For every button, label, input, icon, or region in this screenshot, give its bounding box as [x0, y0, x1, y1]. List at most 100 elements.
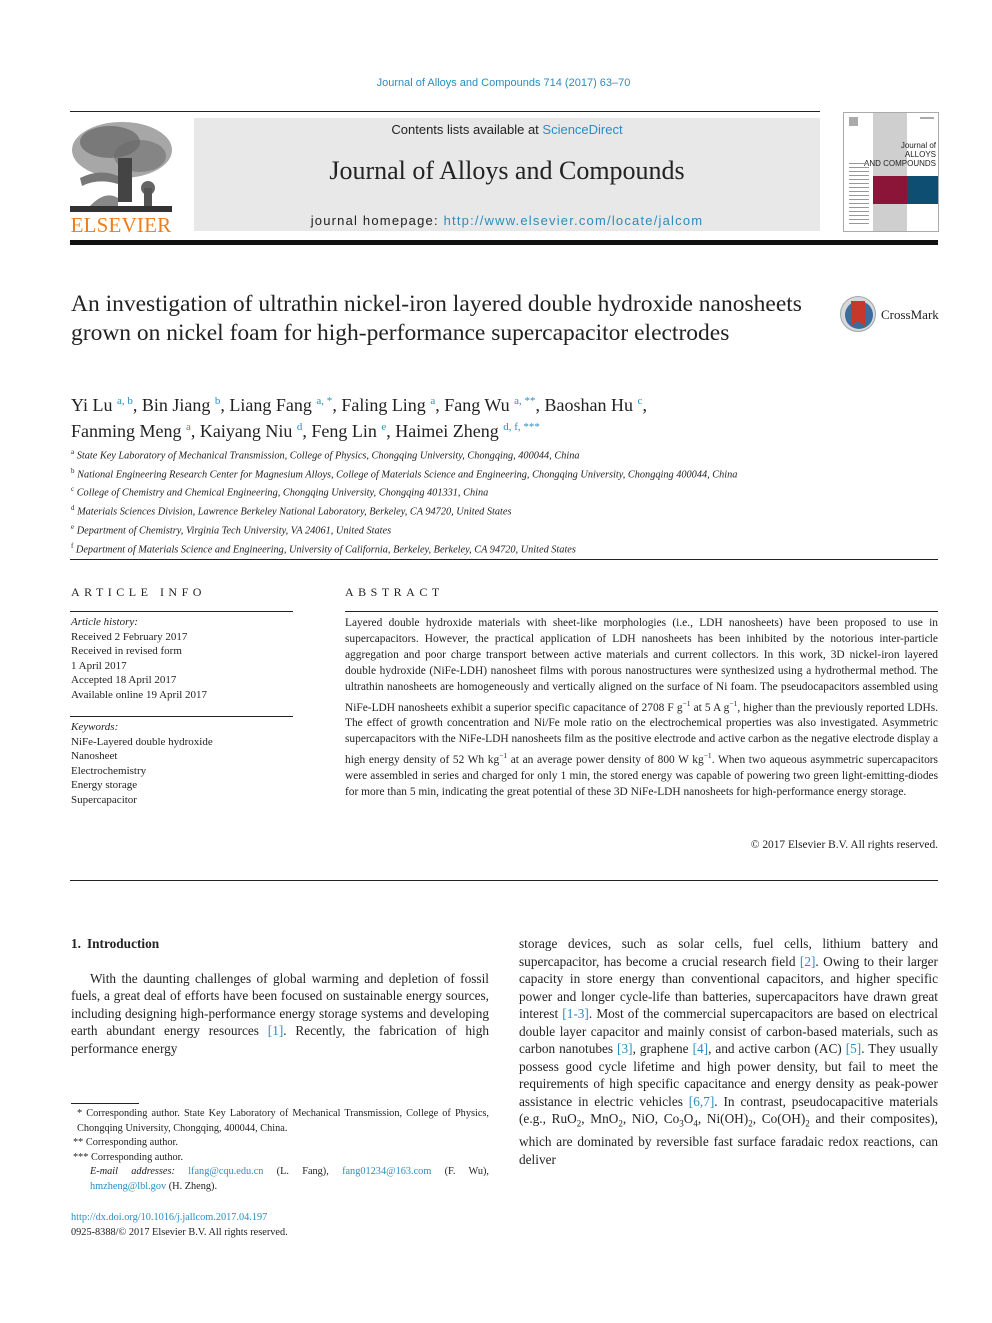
journal-name: Journal of Alloys and Compounds [329, 156, 685, 185]
cover-title-line2: ALLOYS [904, 150, 936, 159]
abstract-copyright: © 2017 Elsevier B.V. All rights reserved… [750, 839, 938, 851]
affiliation-ref[interactable]: a, ** [514, 395, 535, 407]
affiliation-item: e Department of Chemistry, Virginia Tech… [71, 522, 392, 537]
affiliation-ref[interactable]: a, * [316, 395, 332, 407]
author[interactable]: Bin Jiang b [142, 395, 221, 415]
affiliation-ref[interactable]: d, f, *** [503, 421, 540, 433]
cover-title-line1: Journal of [900, 141, 936, 150]
author[interactable]: Liang Fang a, * [229, 395, 332, 415]
keyword: Energy storage [71, 779, 138, 791]
body-column-left: 1. Introduction With the daunting challen… [71, 935, 489, 1057]
author[interactable]: Haimei Zheng d, f, *** [395, 421, 540, 441]
footnotes: * Corresponding author. State Key Labora… [71, 1107, 489, 1195]
footnote: *** Corresponding author. [73, 1151, 184, 1163]
footnote-rule [71, 1103, 139, 1104]
keyword: NiFe-Layered double hydroxide [71, 735, 213, 748]
citation-link[interactable]: [3] [617, 1041, 633, 1056]
author[interactable]: Faling Ling a [341, 395, 435, 415]
affiliation-ref[interactable]: d [297, 421, 303, 433]
affiliation-item: a State Key Laboratory of Mechanical Tra… [71, 448, 580, 462]
article-title: An investigation of ultrathin nickel-iro… [71, 291, 802, 346]
doi-block: http://dx.doi.org/10.1016/j.jallcom.2017… [71, 1210, 489, 1240]
affiliations: a State Key Laboratory of Mechanical Tra… [71, 445, 831, 557]
email-addresses: E-mail addresses: lfang@cqu.edu.cn (L. F… [90, 1166, 490, 1192]
doi-link[interactable]: http://dx.doi.org/10.1016/j.jallcom.2017… [71, 1212, 267, 1223]
author[interactable]: Baoshan Hu c [545, 395, 643, 415]
footnote: ** Corresponding author. [73, 1137, 178, 1149]
affiliation-ref[interactable]: b [215, 395, 221, 407]
journal-cover-thumbnail[interactable]: Journal of ALLOYS AND COMPOUNDS [843, 112, 939, 232]
keyword: Nanosheet [71, 750, 118, 762]
affiliation-ref[interactable]: c [638, 395, 643, 407]
citation-link[interactable]: [4] [693, 1041, 709, 1056]
history-item: Received in revised form [71, 645, 182, 657]
footnote: * Corresponding author. State Key Labora… [77, 1108, 489, 1134]
affiliation-item: b National Engineering Research Center f… [71, 466, 738, 481]
crossmark-badge[interactable]: CrossMark [840, 296, 940, 334]
keyword: Electrochemistry [71, 764, 147, 777]
journal-homepage: journal homepage: http://www.elsevier.co… [194, 213, 820, 228]
masthead-bottom-rule [70, 240, 938, 245]
history-item: 1 April 2017 [71, 659, 127, 672]
keywords: Keywords: NiFe-Layered double hydroxide … [71, 720, 291, 807]
affiliation-ref[interactable]: a [186, 421, 191, 433]
citation-link[interactable]: [2] [800, 954, 816, 969]
affiliation-item: f Department of Materials Science and En… [71, 541, 576, 556]
affiliation-item: d Materials Sciences Division, Lawrence … [71, 504, 512, 518]
divider [70, 880, 938, 881]
keywords-label: Keywords: [71, 721, 119, 733]
cover-blue-block [907, 176, 938, 204]
paragraph: With the daunting challenges of global w… [71, 970, 489, 1056]
citation-link[interactable]: [1] [268, 1023, 284, 1038]
cover-red-block [873, 176, 907, 204]
history-item: Received 2 February 2017 [71, 630, 188, 643]
citation-link[interactable]: [5] [846, 1041, 862, 1056]
keyword: Supercapacitor [71, 793, 137, 806]
article-history: Article history: Received 2 February 201… [71, 615, 291, 702]
section-heading-introduction: 1. Introduction [71, 936, 160, 951]
author[interactable]: Fang Wu a, ** [444, 395, 535, 415]
affiliation-ref[interactable]: e [381, 421, 386, 433]
article-info-heading: ARTICLE INFO [71, 585, 206, 599]
crossmark-label: CrossMark [881, 307, 939, 322]
email-link[interactable]: hmzheng@lbl.gov [90, 1181, 166, 1192]
masthead-top-rule [70, 111, 820, 112]
body-column-right: storage devices, such as solar cells, fu… [519, 936, 938, 1167]
journal-masthead: Contents lists available at ScienceDirec… [194, 118, 820, 231]
affiliation-item: c College of Chemistry and Chemical Engi… [71, 485, 489, 499]
elsevier-tree-icon [70, 118, 172, 212]
history-label: Article history: [71, 616, 138, 628]
homepage-prefix: journal homepage: [310, 213, 444, 228]
divider [70, 559, 938, 560]
author[interactable]: Kaiyang Niu d [200, 421, 302, 441]
history-item: Accepted 18 April 2017 [71, 674, 177, 686]
cover-text-lines [849, 163, 869, 227]
cover-publisher-icon [849, 117, 858, 126]
affiliation-ref[interactable]: a, b [117, 395, 133, 407]
contents-prefix: Contents lists available at [391, 122, 543, 137]
contents-availability: Contents lists available at ScienceDirec… [194, 122, 820, 137]
running-head[interactable]: Journal of Alloys and Compounds 714 (201… [0, 77, 992, 89]
elsevier-logo[interactable]: ELSEVIER [70, 118, 172, 237]
affiliation-ref[interactable]: a [430, 395, 435, 407]
abstract-heading: ABSTRACT [345, 585, 444, 599]
author[interactable]: Feng Lin e [311, 421, 386, 441]
divider [70, 611, 293, 612]
issn-copyright: 0925-8388/© 2017 Elsevier B.V. All right… [71, 1227, 288, 1238]
author[interactable]: Yi Lu a, b [71, 395, 133, 415]
history-item: Available online 19 April 2017 [71, 688, 208, 701]
elsevier-wordmark: ELSEVIER [70, 213, 172, 237]
homepage-link[interactable]: http://www.elsevier.com/locate/jalcom [444, 213, 704, 228]
email-link[interactable]: lfang@cqu.edu.cn [188, 1166, 263, 1177]
citation-link[interactable]: [1-3] [562, 1006, 589, 1021]
author-list: Yi Lu a, b, Bin Jiang b, Liang Fang a, *… [71, 395, 647, 441]
cover-issn-mark [920, 117, 934, 119]
cover-gray-band [873, 113, 907, 231]
journal-citation-link[interactable]: Journal of Alloys and Compounds 714 (201… [377, 77, 631, 89]
author[interactable]: Fanming Meng a [71, 421, 191, 441]
citation-link[interactable]: [6,7] [689, 1094, 714, 1109]
sciencedirect-link[interactable]: ScienceDirect [542, 122, 622, 137]
email-link[interactable]: fang01234@163.com [342, 1166, 431, 1177]
divider [70, 716, 293, 717]
abstract-body: Layered double hydroxide materials with … [345, 617, 938, 798]
